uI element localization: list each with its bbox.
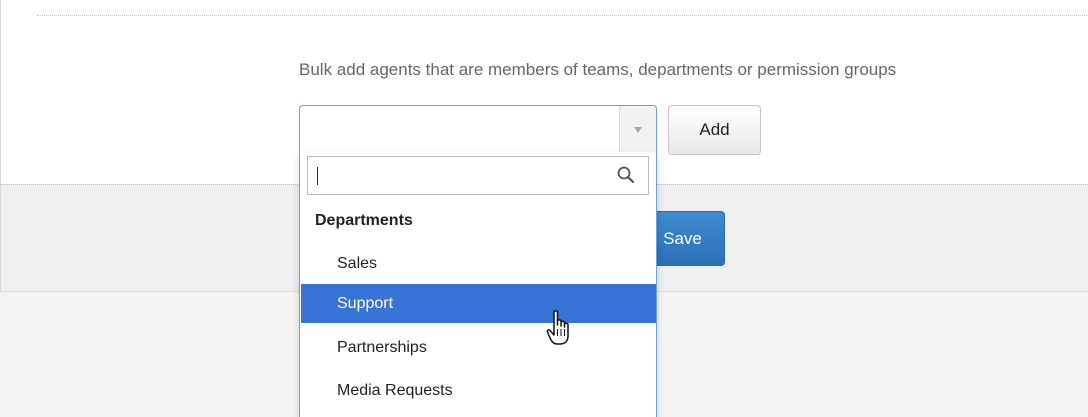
option-label: Support <box>337 294 394 312</box>
option-partnerships[interactable]: Partnerships <box>301 328 656 367</box>
hand-pointer-icon <box>546 310 569 345</box>
option-media-requests[interactable]: Media Requests <box>301 371 656 410</box>
group-select[interactable] <box>299 105 657 154</box>
option-label: Sales <box>337 254 378 272</box>
bulk-add-help-text: Bulk add agents that are members of team… <box>299 60 897 79</box>
search-icon <box>617 166 635 184</box>
chevron-down-icon <box>634 127 642 133</box>
text-caret <box>317 167 318 185</box>
add-button[interactable]: Add <box>668 105 761 155</box>
dropdown-search <box>307 156 649 195</box>
group-label-departments: Departments <box>315 212 413 229</box>
group-dropdown: Departments Sales Support Partnerships M… <box>299 152 657 417</box>
dropdown-search-input[interactable] <box>308 157 616 194</box>
option-label: Partnerships <box>337 338 427 356</box>
option-sales[interactable]: Sales <box>301 244 656 283</box>
section-divider <box>37 15 1088 16</box>
option-label: Media Requests <box>337 381 453 399</box>
select-toggle[interactable] <box>619 106 656 154</box>
option-support[interactable]: Support <box>301 284 656 323</box>
